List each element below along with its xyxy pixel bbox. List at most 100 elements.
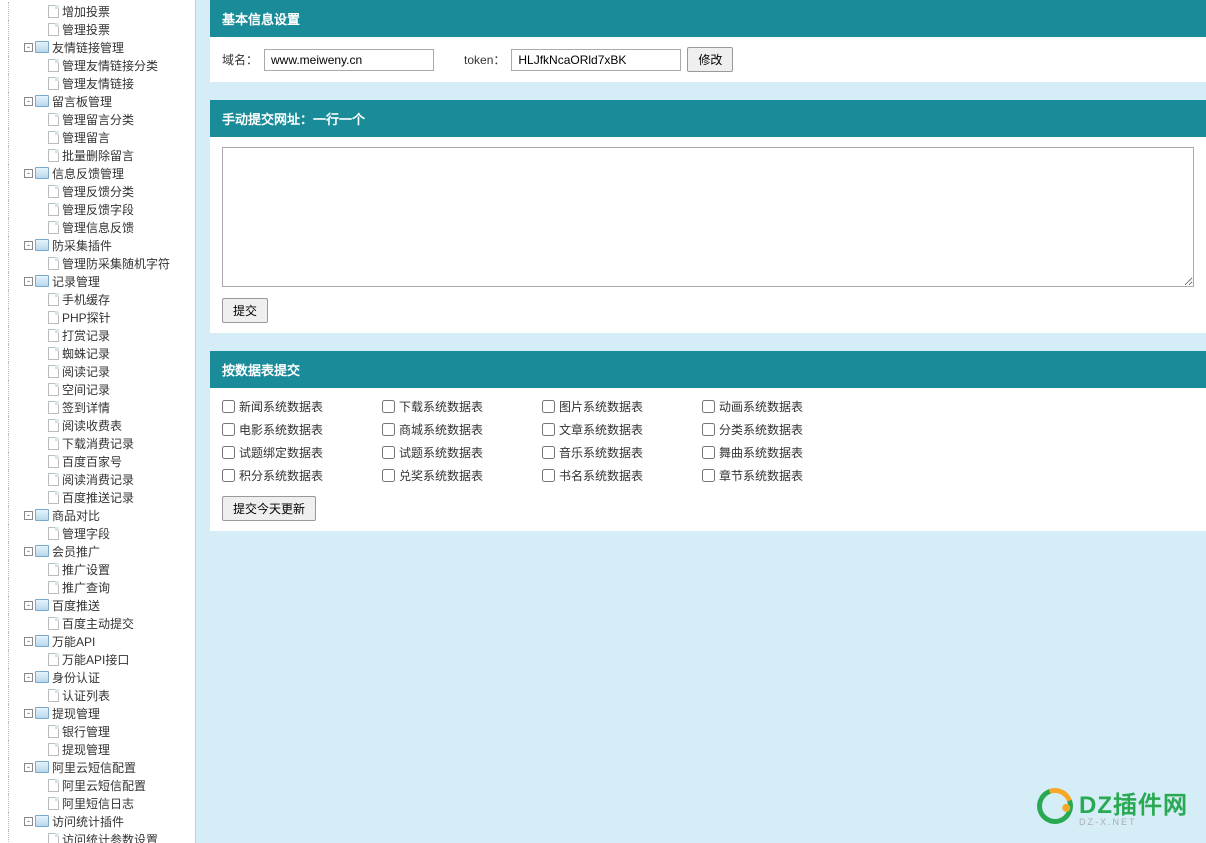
tree-folder[interactable]: -留言板管理 [0,92,195,110]
table-checkbox-item[interactable]: 舞曲系统数据表 [702,444,852,461]
tree-item[interactable]: PHP探针 [0,308,195,326]
table-checkbox-item[interactable]: 文章系统数据表 [542,421,692,438]
tree-folder[interactable]: -身份认证 [0,668,195,686]
tree-toggle-icon[interactable]: - [24,511,33,520]
table-checkbox-item[interactable]: 商城系统数据表 [382,421,532,438]
tree-item[interactable]: 签到详情 [0,398,195,416]
tree-item[interactable]: 阅读记录 [0,362,195,380]
tree-toggle-icon[interactable]: - [24,43,33,52]
table-checkbox-item[interactable]: 书名系统数据表 [542,467,692,484]
tree-toggle-icon[interactable]: - [24,97,33,106]
tree-item[interactable]: 管理留言 [0,128,195,146]
tree-item[interactable]: 管理防采集随机字符 [0,254,195,272]
table-checkbox[interactable] [222,400,235,413]
submit-button[interactable]: 提交 [222,298,268,323]
tree-toggle-icon[interactable]: - [24,709,33,718]
tree-item[interactable]: 管理友情链接分类 [0,56,195,74]
tree-item[interactable]: 管理留言分类 [0,110,195,128]
tree-item[interactable]: 阅读消费记录 [0,470,195,488]
tree-item[interactable]: 管理字段 [0,524,195,542]
tree-toggle-icon[interactable]: - [24,673,33,682]
table-checkbox[interactable] [382,469,395,482]
modify-button[interactable]: 修改 [687,47,733,72]
tree-item[interactable]: 提现管理 [0,740,195,758]
table-checkbox-item[interactable]: 兑奖系统数据表 [382,467,532,484]
table-checkbox-item[interactable]: 试题绑定数据表 [222,444,372,461]
tree-item[interactable]: 增加投票 [0,2,195,20]
url-textarea[interactable] [222,147,1194,287]
tree-toggle-icon[interactable]: - [24,547,33,556]
table-checkbox[interactable] [222,446,235,459]
tree-folder[interactable]: -防采集插件 [0,236,195,254]
submit-today-button[interactable]: 提交今天更新 [222,496,316,521]
tree-item[interactable]: 管理反馈分类 [0,182,195,200]
sidebar-tree[interactable]: 增加投票管理投票-友情链接管理管理友情链接分类管理友情链接-留言板管理管理留言分… [0,0,196,843]
tree-item[interactable]: 管理反馈字段 [0,200,195,218]
tree-toggle-icon[interactable]: - [24,763,33,772]
tree-folder[interactable]: -百度推送 [0,596,195,614]
tree-item[interactable]: 百度推送记录 [0,488,195,506]
tree-folder[interactable]: -商品对比 [0,506,195,524]
table-checkbox[interactable] [702,446,715,459]
table-checkbox[interactable] [222,469,235,482]
table-checkbox-item[interactable]: 试题系统数据表 [382,444,532,461]
table-checkbox-item[interactable]: 分类系统数据表 [702,421,852,438]
table-checkbox-item[interactable]: 动画系统数据表 [702,398,852,415]
tree-item[interactable]: 蜘蛛记录 [0,344,195,362]
tree-item[interactable]: 百度主动提交 [0,614,195,632]
table-checkbox-item[interactable]: 音乐系统数据表 [542,444,692,461]
table-checkbox-item[interactable]: 新闻系统数据表 [222,398,372,415]
tree-toggle-icon[interactable]: - [24,637,33,646]
table-checkbox[interactable] [702,400,715,413]
table-checkbox[interactable] [542,423,555,436]
tree-toggle-icon[interactable]: - [24,277,33,286]
table-checkbox[interactable] [382,446,395,459]
table-checkbox[interactable] [542,469,555,482]
tree-item[interactable]: 阅读收费表 [0,416,195,434]
tree-toggle-icon[interactable]: - [24,241,33,250]
table-checkbox-item[interactable]: 图片系统数据表 [542,398,692,415]
table-checkbox-item[interactable]: 下载系统数据表 [382,398,532,415]
tree-item[interactable]: 阿里云短信配置 [0,776,195,794]
tree-item[interactable]: 空间记录 [0,380,195,398]
table-checkbox[interactable] [382,423,395,436]
table-checkbox-label: 书名系统数据表 [559,467,643,484]
tree-item[interactable]: 万能API接口 [0,650,195,668]
tree-item[interactable]: 百度百家号 [0,452,195,470]
tree-item[interactable]: 下载消费记录 [0,434,195,452]
tree-folder[interactable]: -提现管理 [0,704,195,722]
tree-item[interactable]: 管理信息反馈 [0,218,195,236]
table-checkbox-item[interactable]: 章节系统数据表 [702,467,852,484]
tree-folder[interactable]: -会员推广 [0,542,195,560]
tree-item[interactable]: 推广设置 [0,560,195,578]
table-checkbox[interactable] [542,446,555,459]
tree-folder[interactable]: -万能API [0,632,195,650]
tree-folder[interactable]: -阿里云短信配置 [0,758,195,776]
token-input[interactable] [511,49,681,71]
tree-folder[interactable]: -记录管理 [0,272,195,290]
table-checkbox[interactable] [222,423,235,436]
table-checkbox[interactable] [542,400,555,413]
table-checkbox[interactable] [702,469,715,482]
tree-folder[interactable]: -信息反馈管理 [0,164,195,182]
table-checkbox[interactable] [702,423,715,436]
tree-item[interactable]: 认证列表 [0,686,195,704]
tree-item[interactable]: 手机缓存 [0,290,195,308]
tree-item[interactable]: 银行管理 [0,722,195,740]
tree-item[interactable]: 推广查询 [0,578,195,596]
domain-input[interactable] [264,49,434,71]
tree-folder[interactable]: -友情链接管理 [0,38,195,56]
tree-item[interactable]: 管理友情链接 [0,74,195,92]
table-checkbox[interactable] [382,400,395,413]
tree-folder[interactable]: -访问统计插件 [0,812,195,830]
tree-toggle-icon[interactable]: - [24,601,33,610]
table-checkbox-item[interactable]: 电影系统数据表 [222,421,372,438]
tree-item[interactable]: 阿里短信日志 [0,794,195,812]
tree-item[interactable]: 访问统计参数设置 [0,830,195,843]
tree-toggle-icon[interactable]: - [24,169,33,178]
tree-toggle-icon[interactable]: - [24,817,33,826]
table-checkbox-item[interactable]: 积分系统数据表 [222,467,372,484]
tree-item[interactable]: 打赏记录 [0,326,195,344]
tree-item[interactable]: 管理投票 [0,20,195,38]
tree-item[interactable]: 批量删除留言 [0,146,195,164]
